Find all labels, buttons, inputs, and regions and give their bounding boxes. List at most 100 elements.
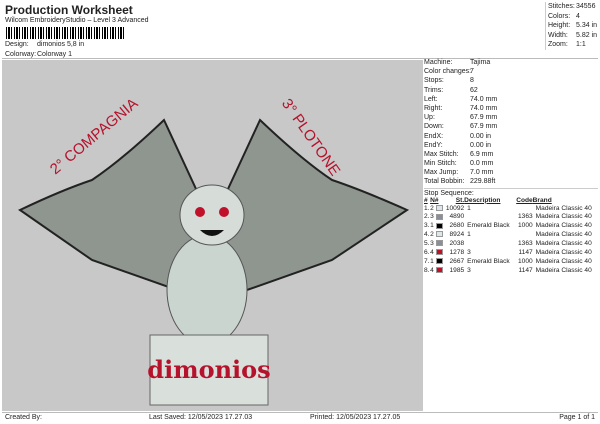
footer: Created By: Last Saved: 12/05/2023 17.27…: [2, 412, 598, 423]
info-row: EndY: 0.00 in: [424, 141, 598, 150]
stitch-count: 4890: [449, 213, 465, 221]
needle-cell: 2: [430, 230, 444, 239]
info-value: 8: [470, 77, 474, 85]
info-value: 74.0 mm: [470, 95, 498, 103]
thread-code: [514, 204, 532, 213]
description: 1: [467, 204, 471, 212]
thread-code: 1147: [518, 266, 533, 274]
stats-panel: Stitches:34556 Colors: 4 Height: 5.34 in Widt…: [545, 2, 600, 50]
info-value: 62: [470, 86, 478, 94]
description: [464, 213, 514, 222]
thread-code: 1147: [518, 249, 533, 257]
info-row: Trims: 62: [424, 86, 598, 95]
color-swatch: [435, 258, 443, 265]
stat-label: Stitches:: [548, 3, 575, 10]
stat-label: Colors:: [548, 12, 571, 20]
info-row: Total Bobbin: 229.88ft: [424, 177, 598, 186]
thread-code: [514, 230, 532, 239]
thread-brand: Madeira Classic 40: [535, 222, 592, 230]
needle-cell: 1: [430, 257, 444, 266]
design-label: Design:: [5, 41, 29, 48]
table-row: 6. 4 1278 3 1147 Madeira Classic 40: [424, 248, 598, 257]
stop-sequence-label: Stop Sequence:: [424, 187, 598, 197]
info-row: Max Jump: 7.0 mm: [424, 168, 598, 177]
info-label: Total Bobbin:: [424, 178, 465, 186]
table-row: 7. 1 2667 Emerald Black 1000 Madeira Classic…: [424, 257, 598, 266]
design-text-base: dimonios: [147, 355, 270, 384]
stitch-count: 10092: [445, 204, 465, 212]
needle-cell: 3: [430, 213, 444, 222]
color-swatch: [435, 204, 443, 211]
info-label: Up:: [424, 114, 435, 122]
barcode: [6, 27, 124, 39]
thread-code: 1363: [518, 213, 533, 221]
info-label: Max Jump:: [424, 169, 459, 177]
info-value: 229.88ft: [470, 178, 496, 186]
colorway-name: Colorway 1: [37, 51, 73, 58]
design-preview: dimonios 2° COMPAGNIA 3° PLOTONE: [2, 60, 423, 411]
stat-value: 1:1: [576, 41, 586, 48]
gargoyle-body: [166, 234, 248, 346]
stitch-count: 1278: [449, 249, 465, 257]
thread-brand: Madeira Classic 40: [535, 266, 592, 274]
table-row: 3. 1 2680 Emerald Black 1000 Madeira Classic…: [424, 221, 598, 230]
description: 1: [467, 231, 471, 239]
info-value: 7: [470, 68, 474, 76]
color-swatch: [435, 213, 443, 220]
stitch-count: 1985: [449, 266, 465, 274]
needle-number: 1: [430, 222, 434, 230]
last-saved: Last Saved: 12/05/2023 17.27.03: [149, 414, 253, 421]
thread-brand: Madeira Classic 40: [535, 240, 592, 248]
info-label: Right:: [424, 104, 443, 112]
info-label: EndX:: [424, 132, 444, 140]
color-swatch: [435, 249, 443, 256]
stop-sequence-table: # N# St. Description Code Brand 1. 2 10092 1 Mad…: [424, 197, 598, 275]
thread-code: 1000: [518, 222, 533, 230]
info-row: Stops: 8: [424, 76, 598, 85]
thread-brand: Madeira Classic 40: [535, 249, 592, 257]
stat-row: Stitches:34556: [548, 2, 600, 12]
info-row: Left: 74.0 mm: [424, 95, 598, 104]
needle-number: 3: [430, 240, 434, 248]
created-by: Created By:: [5, 414, 42, 421]
stat-value: 5.34 in: [576, 22, 598, 29]
stat-label: Height:: [548, 22, 571, 29]
page-number: Page 1 of 1: [559, 414, 595, 421]
thread-code: 1363: [518, 240, 533, 248]
info-label: Min Stitch:: [424, 160, 457, 168]
info-label: Down:: [424, 123, 444, 131]
needle-number: 2: [430, 231, 434, 239]
column-header: St.: [455, 196, 465, 204]
info-value: 7.0 mm: [470, 169, 494, 177]
stat-row: Colors: 4: [548, 12, 600, 22]
worksheet-header: Production Worksheet Wilcom EmbroiderySt…: [2, 1, 598, 59]
info-label: Trims:: [424, 86, 444, 94]
info-row: Max Stitch: 6.9 mm: [424, 150, 598, 159]
column-header: Code: [516, 196, 533, 204]
stat-value: 34556: [576, 3, 596, 10]
page-title: Production Worksheet: [5, 3, 133, 17]
thread-brand: Madeira Classic 40: [535, 204, 592, 212]
info-row: Down: 67.9 mm: [424, 122, 598, 131]
stat-row: Width: 5.82 in: [548, 31, 600, 41]
stitch-count: 8924: [449, 231, 465, 239]
design-row: Design: dimonios 5,8 in: [5, 41, 84, 48]
info-label: Machine:: [424, 59, 453, 66]
table-row: 8. 4 1985 3 1147 Madeira Classic 40: [424, 266, 598, 275]
description: 3: [467, 266, 471, 274]
gargoyle-design: dimonios 2° COMPAGNIA 3° PLOTONE: [18, 95, 410, 406]
description: 3: [467, 249, 471, 257]
color-swatch: [435, 231, 443, 238]
info-value: 67.9 mm: [470, 114, 498, 122]
info-value: 0.0 mm: [470, 160, 494, 168]
thread-brand: Madeira Classic 40: [535, 213, 592, 221]
stat-value: 5.82 in: [576, 31, 598, 39]
info-row: Color changes:7: [424, 67, 598, 76]
info-row: EndX: 0.00 in: [424, 132, 598, 141]
design-name: dimonios 5,8 in: [37, 41, 85, 48]
stitch-count: 2680: [449, 222, 465, 230]
needle-number: 2: [430, 204, 434, 212]
info-value: 74.0 mm: [470, 104, 498, 112]
info-value: 0.00 in: [470, 141, 492, 149]
info-label: Stops:: [424, 77, 444, 85]
